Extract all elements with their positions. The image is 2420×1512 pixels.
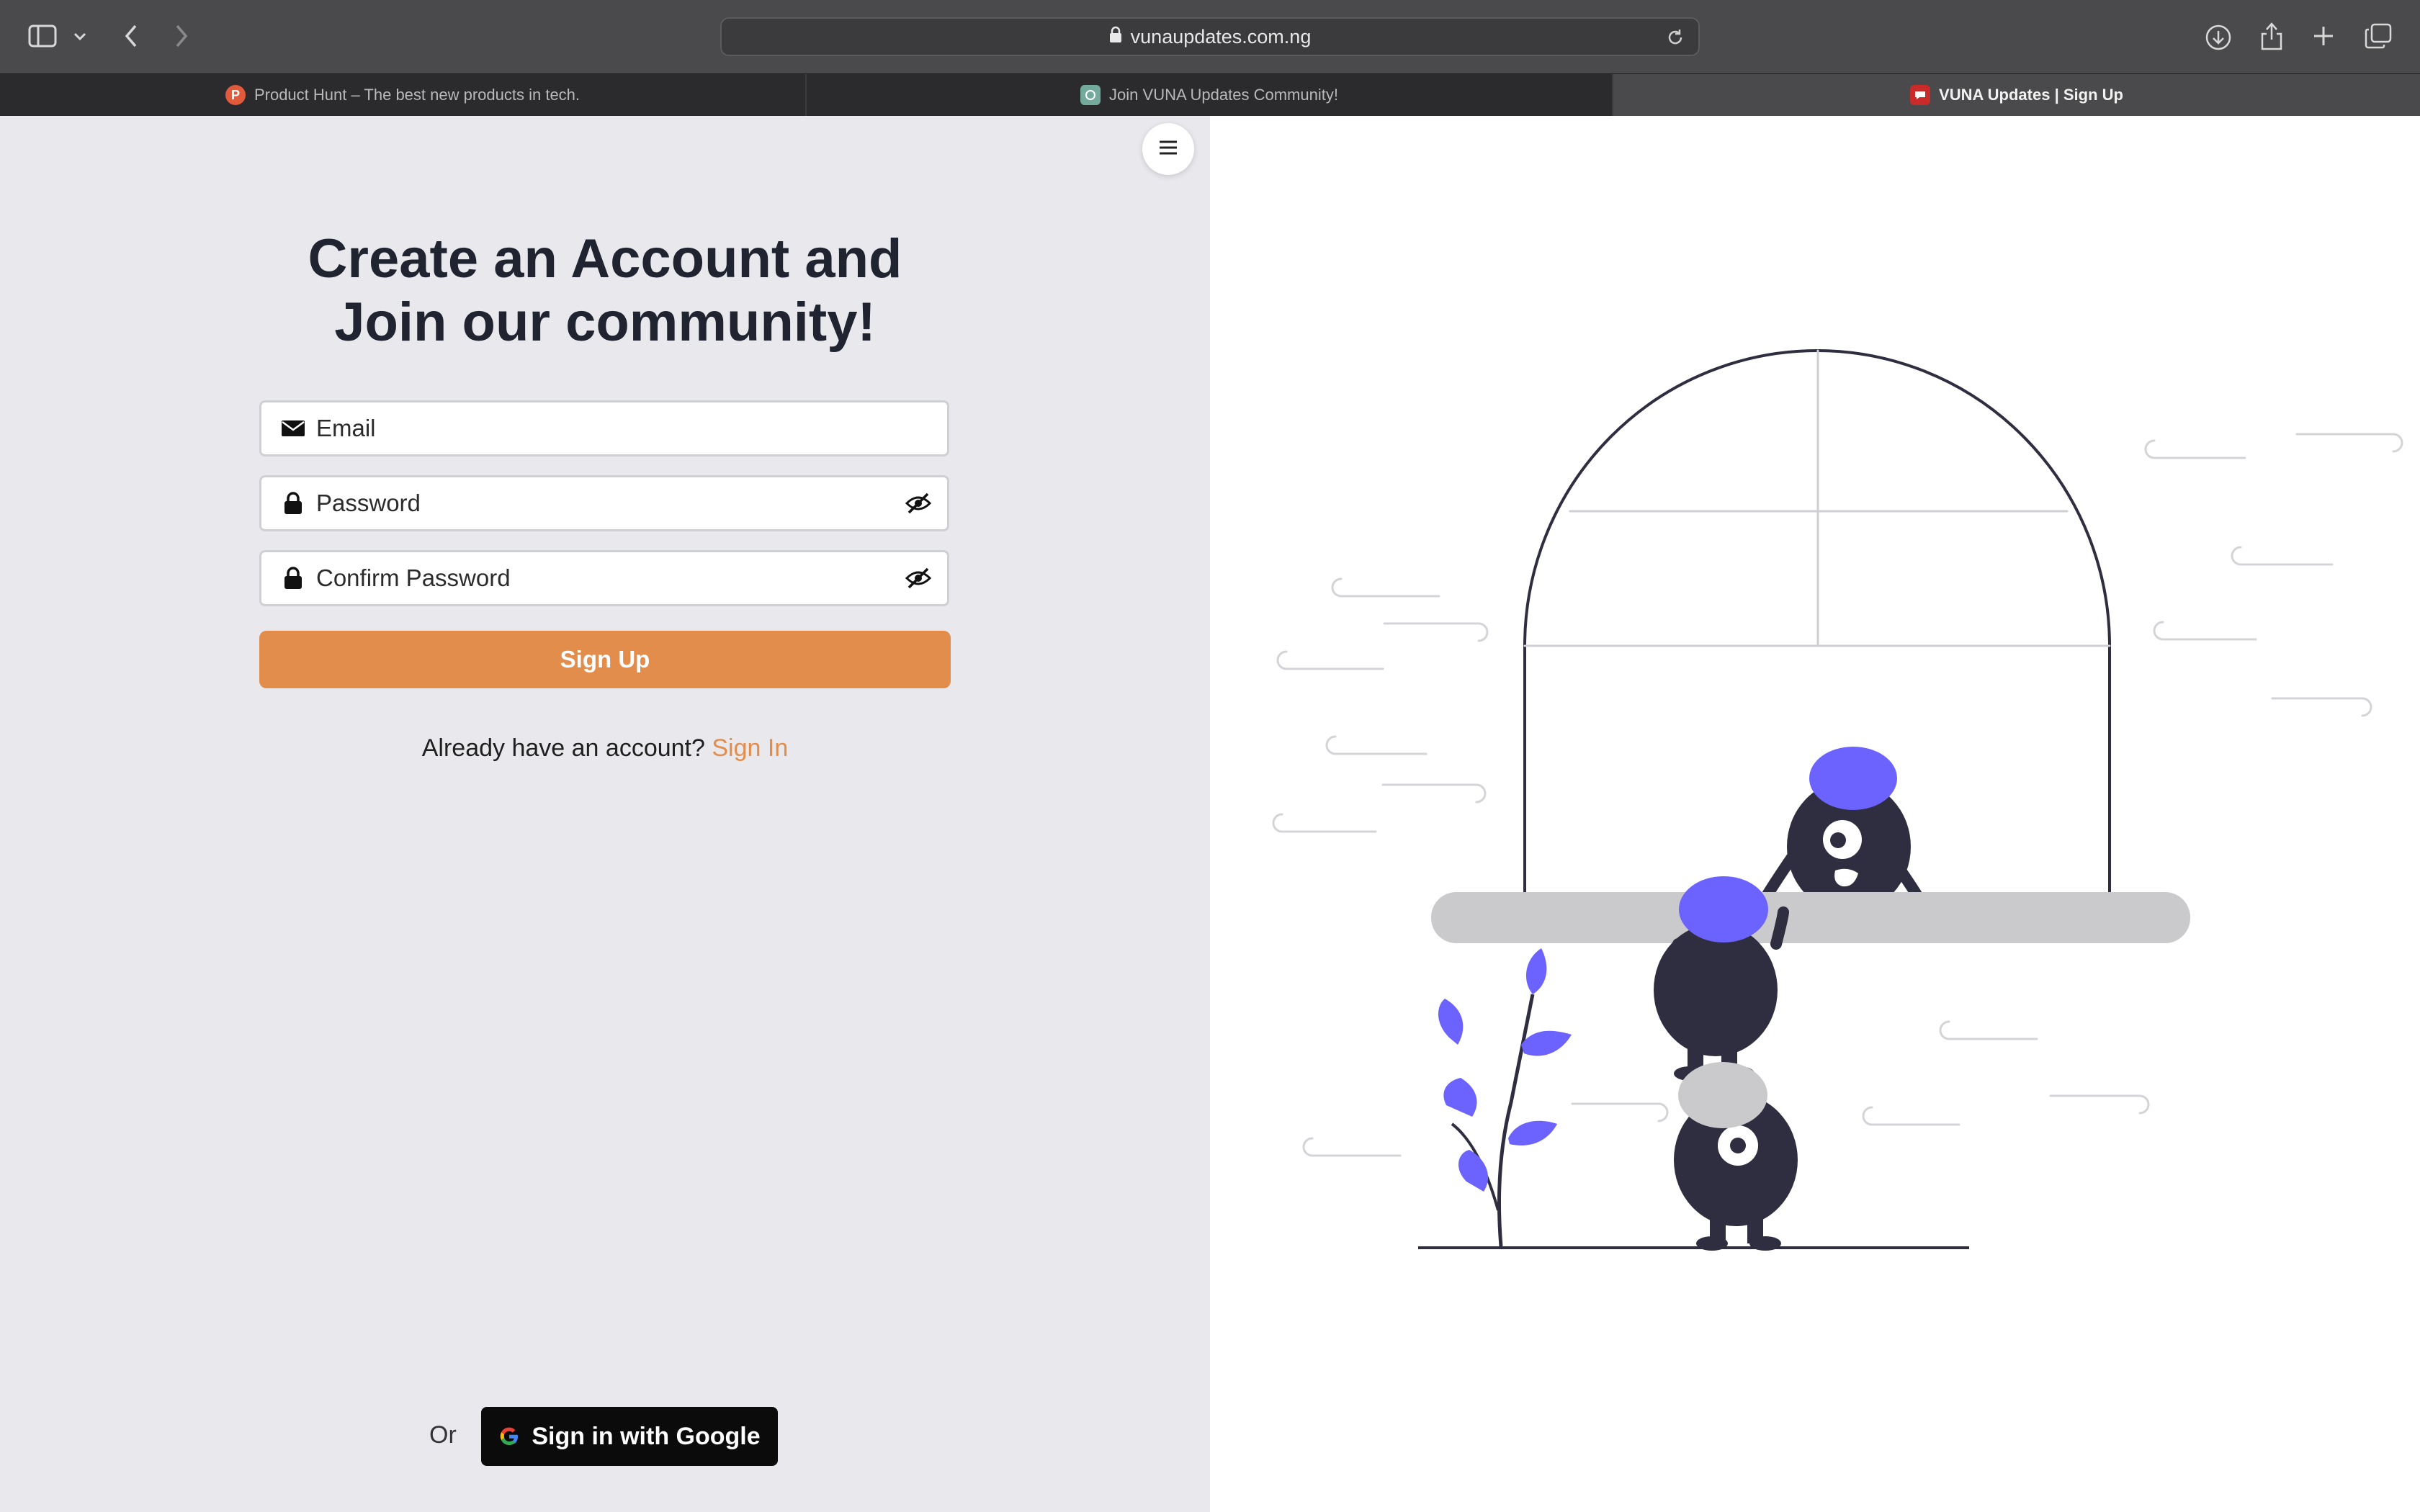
- address-bar[interactable]: vunaupdates.com.ng: [720, 17, 1700, 56]
- menu-button[interactable]: [1142, 123, 1194, 175]
- tab-product-hunt[interactable]: P Product Hunt – The best new products i…: [0, 74, 807, 116]
- tab-overview-icon[interactable]: [2362, 22, 2394, 50]
- password-field[interactable]: Password: [259, 475, 949, 531]
- tab-bar: P Product Hunt – The best new products i…: [0, 73, 2420, 116]
- or-text: Or: [429, 1421, 457, 1449]
- character-in-window: [1759, 747, 1925, 913]
- forward-icon[interactable]: [167, 20, 196, 52]
- vuna-icon: [1910, 85, 1931, 105]
- google-icon: [498, 1426, 520, 1447]
- page-title: Create an Account and Join our community…: [245, 228, 965, 354]
- sign-in-prompt: Already have an account? Sign In: [259, 734, 951, 762]
- google-button-label: Sign in with Google: [532, 1422, 761, 1450]
- plant: [1438, 948, 1572, 1247]
- email-placeholder: Email: [316, 415, 376, 441]
- chevron-down-icon[interactable]: [69, 26, 91, 48]
- google-sign-in-button[interactable]: Sign in with Google: [481, 1407, 778, 1466]
- already-account-text: Already have an account?: [421, 734, 705, 762]
- browser-toolbar: vunaupdates.com.ng: [0, 0, 2420, 73]
- product-hunt-icon: P: [225, 85, 246, 105]
- illustration-panel: [1210, 116, 2420, 1512]
- back-icon[interactable]: [117, 20, 145, 52]
- reload-icon[interactable]: [1665, 27, 1685, 53]
- character-bottom: [1674, 1062, 1798, 1251]
- download-icon[interactable]: [2202, 22, 2234, 53]
- tab-title: Product Hunt – The best new products in …: [254, 86, 581, 104]
- share-icon[interactable]: [2256, 19, 2287, 53]
- email-field[interactable]: Email: [259, 400, 949, 456]
- lock-icon: [1109, 26, 1122, 48]
- tab-vuna-signup[interactable]: VUNA Updates | Sign Up: [1613, 74, 2420, 116]
- window-sill: [1431, 892, 2190, 943]
- lock-icon: [270, 492, 316, 515]
- lock-icon: [270, 567, 316, 590]
- tab-title: VUNA Updates | Sign Up: [1939, 86, 2123, 104]
- eye-slash-icon[interactable]: [889, 567, 947, 589]
- confirm-password-field[interactable]: Confirm Password: [259, 550, 949, 606]
- sign-in-link[interactable]: Sign In: [712, 734, 788, 762]
- hamburger-icon: [1158, 140, 1178, 159]
- confirm-password-placeholder: Confirm Password: [316, 564, 511, 591]
- tab-join-vuna[interactable]: Join VUNA Updates Community!: [807, 74, 1613, 116]
- page-title-line-1: Create an Account and: [308, 228, 902, 289]
- new-tab-icon[interactable]: [2309, 22, 2338, 50]
- chatgpt-icon: [1080, 85, 1101, 105]
- tab-title: Join VUNA Updates Community!: [1109, 86, 1338, 104]
- url-text: vunaupdates.com.ng: [1130, 25, 1312, 48]
- eye-slash-icon[interactable]: [889, 492, 947, 514]
- sign-up-button[interactable]: Sign Up: [259, 631, 951, 688]
- community-illustration: [1272, 349, 2403, 1251]
- page-title-line-2: Join our community!: [334, 292, 876, 353]
- sidebar-toggle-icon[interactable]: [27, 23, 58, 49]
- password-placeholder: Password: [316, 490, 421, 516]
- envelope-icon: [270, 420, 316, 437]
